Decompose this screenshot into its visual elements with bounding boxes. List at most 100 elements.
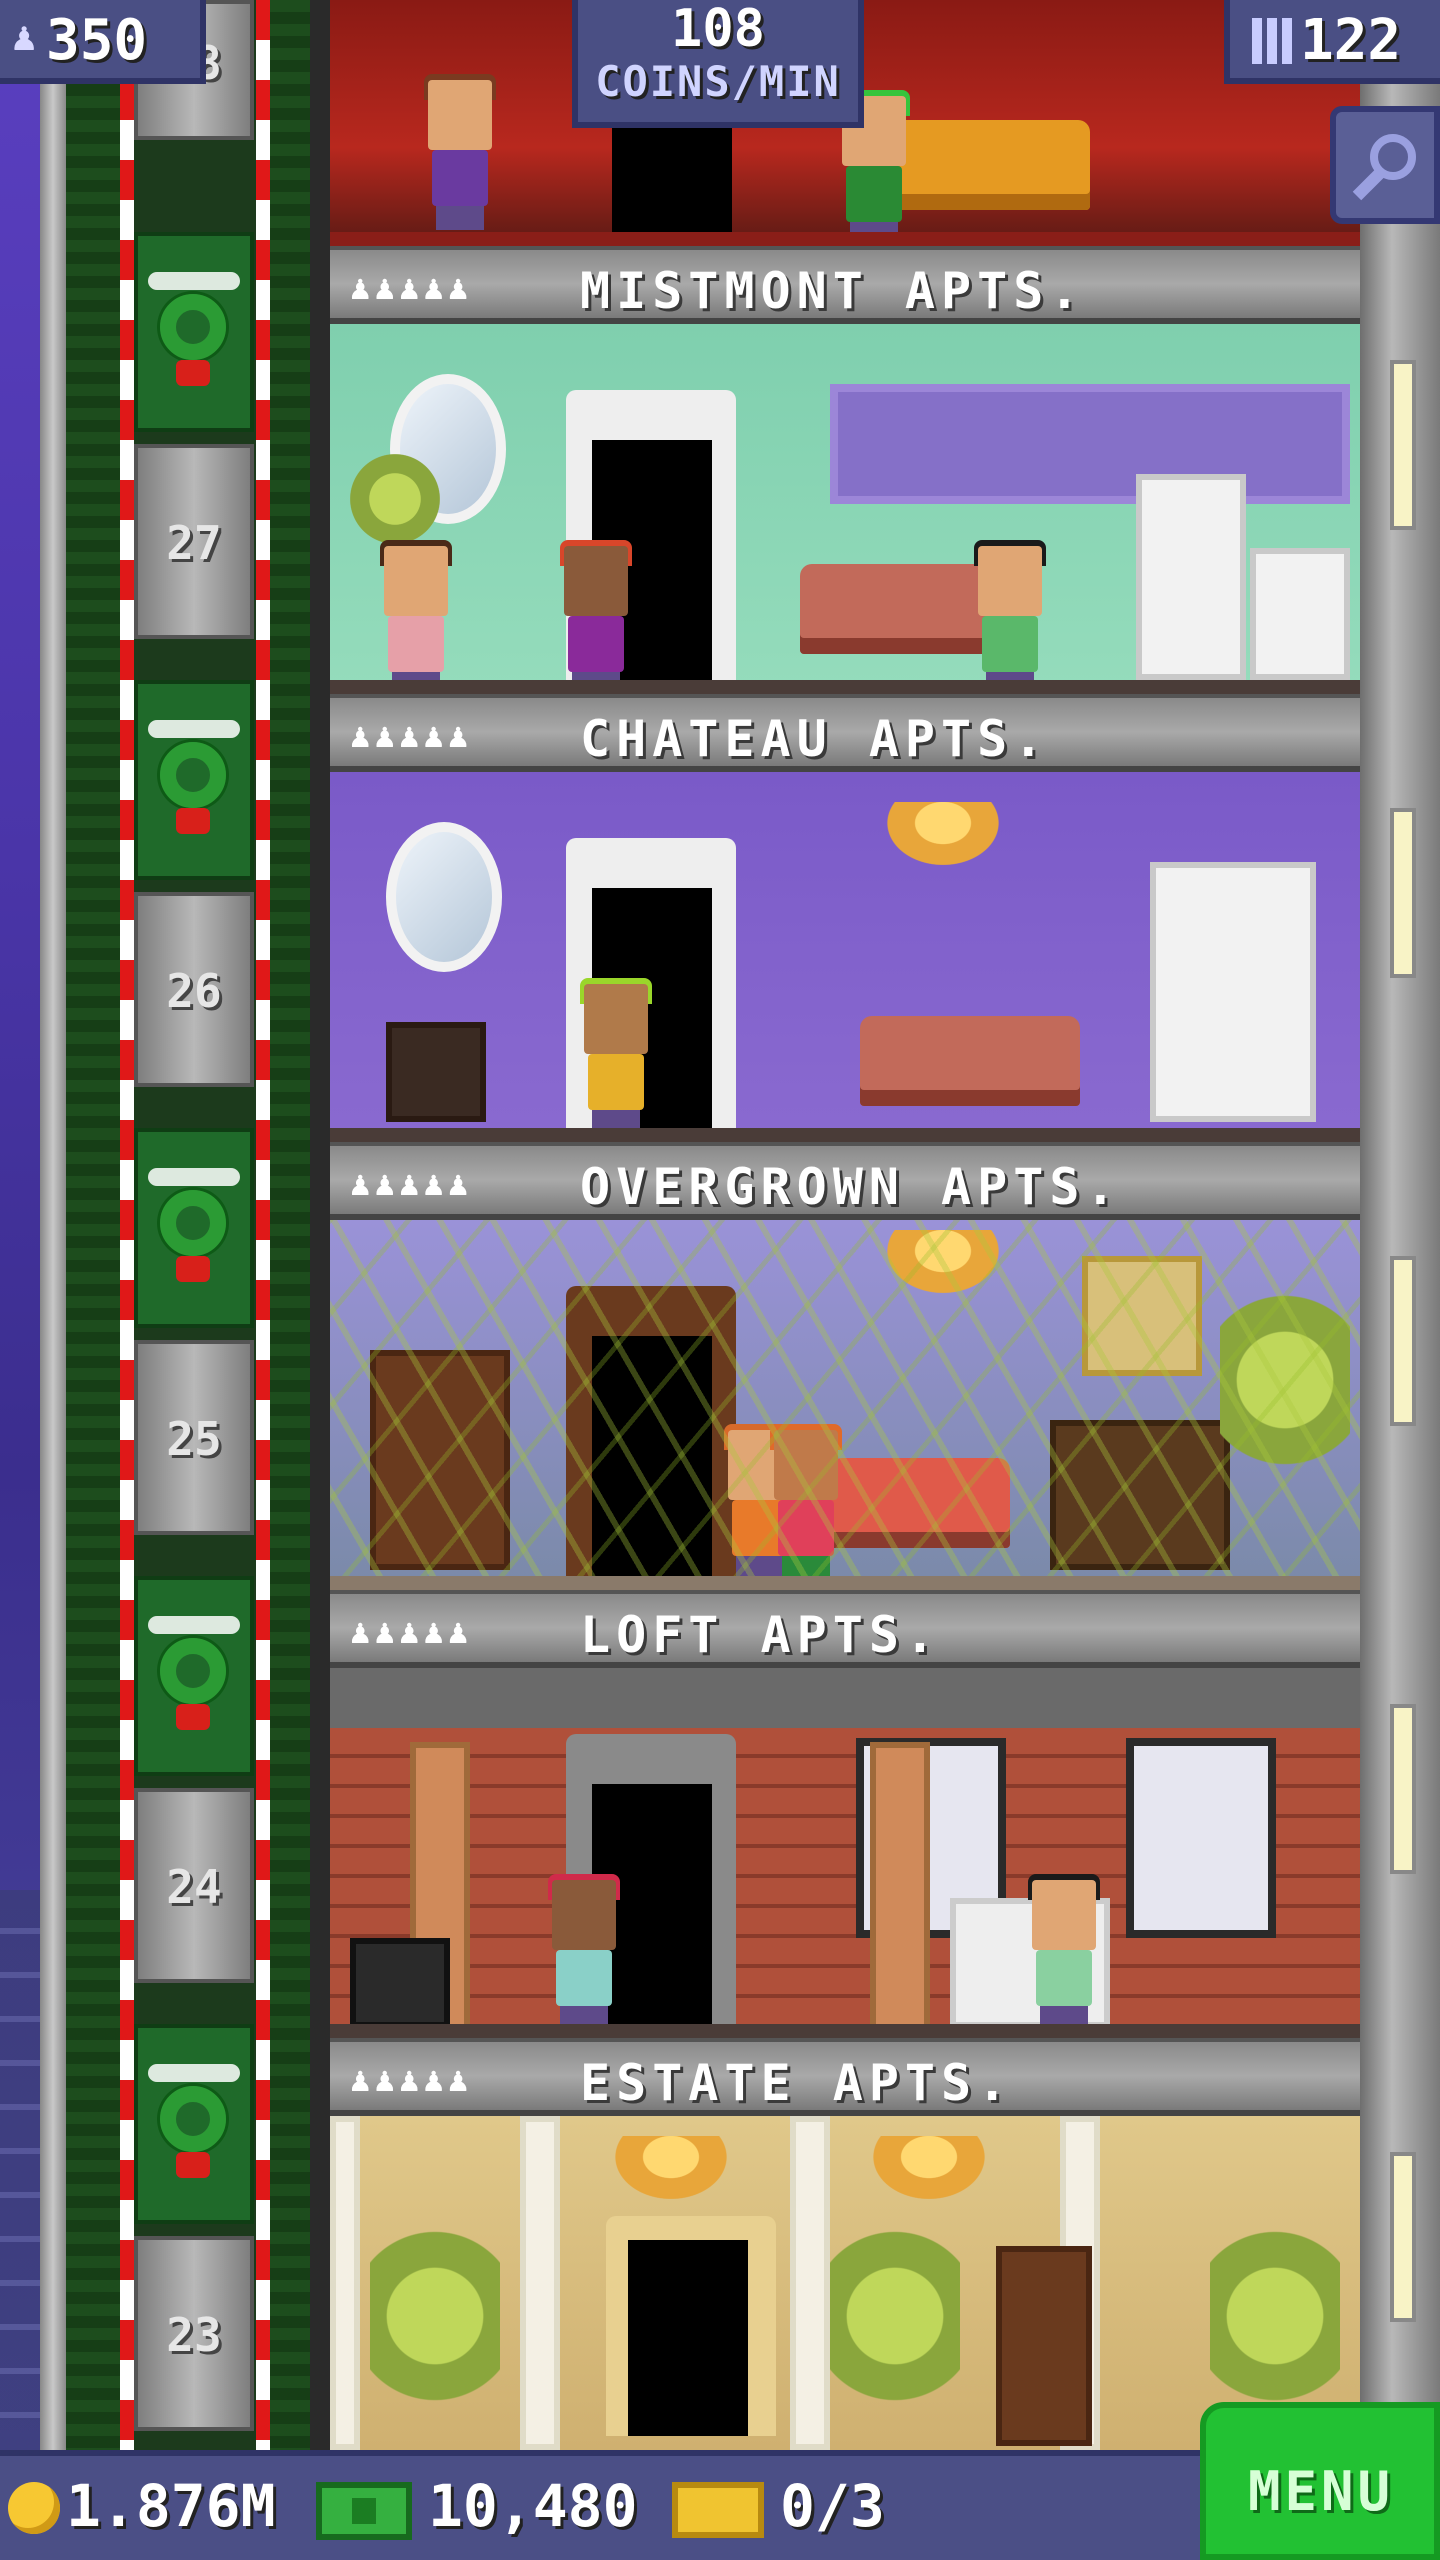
- mirror: [386, 822, 502, 972]
- stereo: [350, 1938, 450, 2028]
- bow-icon: [176, 1256, 210, 1282]
- menu-label: MENU: [1248, 2460, 1395, 2523]
- floor-name: MISTMONT APTS.: [580, 262, 1086, 320]
- room-door[interactable]: [612, 122, 732, 232]
- bitizen[interactable]: [576, 978, 656, 1134]
- elevator-wreath-cell: [134, 1576, 254, 1776]
- income-rate-unit: COINS/MIN: [595, 57, 841, 106]
- elevator-floor-26[interactable]: 26: [134, 892, 254, 1087]
- floor-name: ESTATE APTS.: [580, 2054, 1014, 2112]
- wreath-icon: [160, 2086, 226, 2152]
- painting: [1082, 1256, 1202, 1376]
- room-floor: [330, 1576, 1360, 1590]
- bookshelf: [370, 1350, 510, 1570]
- room-overgrown[interactable]: [330, 1220, 1360, 1590]
- snow-cap: [148, 1616, 240, 1634]
- bitizen[interactable]: [420, 74, 500, 230]
- floor-count-counter[interactable]: 122: [1224, 0, 1440, 84]
- bux-value[interactable]: 10,480: [428, 2472, 638, 2540]
- hanging-plant: [350, 454, 440, 544]
- column: [520, 2116, 560, 2450]
- income-rate-panel[interactable]: 108 COINS/MIN: [572, 0, 864, 128]
- chandelier: [864, 2136, 994, 2206]
- floors-icon: [1252, 18, 1292, 64]
- wreath-icon: [160, 742, 226, 808]
- floor-banner-estate[interactable]: ♟♟♟♟♟ ESTATE APTS.: [330, 2038, 1360, 2116]
- tower-building: ♟♟♟♟♟ MISTMONT APTS. ♟♟♟♟♟ CHATEAU APTS.: [330, 0, 1360, 2450]
- shaft-edge: [310, 0, 330, 2450]
- fireplace: [1050, 1420, 1230, 1570]
- floor-banner-mistmont[interactable]: ♟♟♟♟♟ MISTMONT APTS.: [330, 246, 1360, 324]
- population-icon: ♟: [12, 14, 37, 60]
- wreath-icon: [160, 1638, 226, 1704]
- window: [830, 384, 1350, 504]
- bitizen[interactable]: [1024, 1874, 1104, 2030]
- search-icon-handle: [1352, 167, 1386, 201]
- chandelier: [606, 2136, 736, 2206]
- bitizen[interactable]: [376, 540, 456, 694]
- plant: [1210, 2216, 1340, 2416]
- coins-value[interactable]: 1.876M: [66, 2472, 276, 2540]
- elevator-wreath-cell: [134, 232, 254, 432]
- column: [330, 2116, 360, 2450]
- room-loft[interactable]: [330, 1668, 1360, 2038]
- snow-cap: [148, 720, 240, 738]
- residents-icons: ♟♟♟♟♟: [350, 716, 473, 756]
- income-rate-value: 108: [671, 0, 765, 59]
- bitizen[interactable]: [556, 540, 636, 694]
- shaft-wall-right: [270, 0, 310, 2450]
- wall-light: [1390, 808, 1416, 978]
- menu-button[interactable]: MENU: [1200, 2402, 1440, 2560]
- candy-cane-rail-right: [256, 0, 270, 2450]
- room-door[interactable]: [592, 1336, 712, 1576]
- residents-icons: ♟♟♟♟♟: [350, 1164, 473, 1204]
- bux-icon: [316, 2482, 412, 2540]
- sofa: [860, 1016, 1080, 1106]
- floor-name: OVERGROWN APTS.: [580, 1158, 1122, 1216]
- floor-banner-chateau[interactable]: ♟♟♟♟♟ CHATEAU APTS.: [330, 694, 1360, 772]
- elevator-floor-25[interactable]: 25: [134, 1340, 254, 1535]
- fridge: [1136, 474, 1246, 680]
- column: [790, 2116, 830, 2450]
- vip-tickets-value[interactable]: 0/3: [780, 2472, 885, 2540]
- room-door[interactable]: [628, 2240, 748, 2436]
- elevator-wreath-cell: [134, 2024, 254, 2224]
- bitizen[interactable]: [970, 540, 1050, 694]
- elevator-floor-27[interactable]: 27: [134, 444, 254, 639]
- elevator-wreath-cell: [134, 680, 254, 880]
- floor-name: CHATEAU APTS.: [580, 710, 1050, 768]
- shaft-wall: [66, 0, 120, 2450]
- floor-number: 25: [166, 1412, 222, 1466]
- window: [1126, 1738, 1276, 1938]
- residents-icons: ♟♟♟♟♟: [350, 268, 473, 308]
- chandelier: [878, 1230, 1008, 1300]
- stove: [1250, 548, 1350, 680]
- bitizen[interactable]: [544, 1874, 624, 2030]
- bow-icon: [176, 1704, 210, 1730]
- room-estate[interactable]: [330, 2116, 1360, 2450]
- coin-icon: [8, 2482, 60, 2534]
- shaft-post: [40, 0, 66, 2450]
- plant: [1220, 1280, 1350, 1480]
- population-value: 350: [46, 8, 148, 73]
- search-button[interactable]: [1330, 106, 1440, 224]
- room-mistmont[interactable]: [330, 324, 1360, 694]
- bow-icon: [176, 2152, 210, 2178]
- room-floor: [330, 2024, 1360, 2038]
- residents-icons: ♟♟♟♟♟: [350, 1612, 473, 1652]
- bitizen[interactable]: [766, 1424, 846, 1580]
- elevator-floor-23[interactable]: 23: [134, 2236, 254, 2431]
- bow-icon: [176, 808, 210, 834]
- residents-icons: ♟♟♟♟♟: [350, 2060, 473, 2100]
- elevator-floor-24[interactable]: 24: [134, 1788, 254, 1983]
- room-chateau[interactable]: [330, 772, 1360, 1142]
- floor-banner-overgrown[interactable]: ♟♟♟♟♟ OVERGROWN APTS.: [330, 1142, 1360, 1220]
- floor-number: 26: [166, 964, 222, 1018]
- bed: [890, 120, 1090, 210]
- room-floor: [330, 680, 1360, 694]
- population-counter[interactable]: ♟ 350: [0, 0, 206, 84]
- floor-banner-loft[interactable]: ♟♟♟♟♟ LOFT APTS.: [330, 1590, 1360, 1668]
- floor-name: LOFT APTS.: [580, 1606, 942, 1664]
- floor-number: 24: [166, 1860, 222, 1914]
- floor-number: 27: [166, 516, 222, 570]
